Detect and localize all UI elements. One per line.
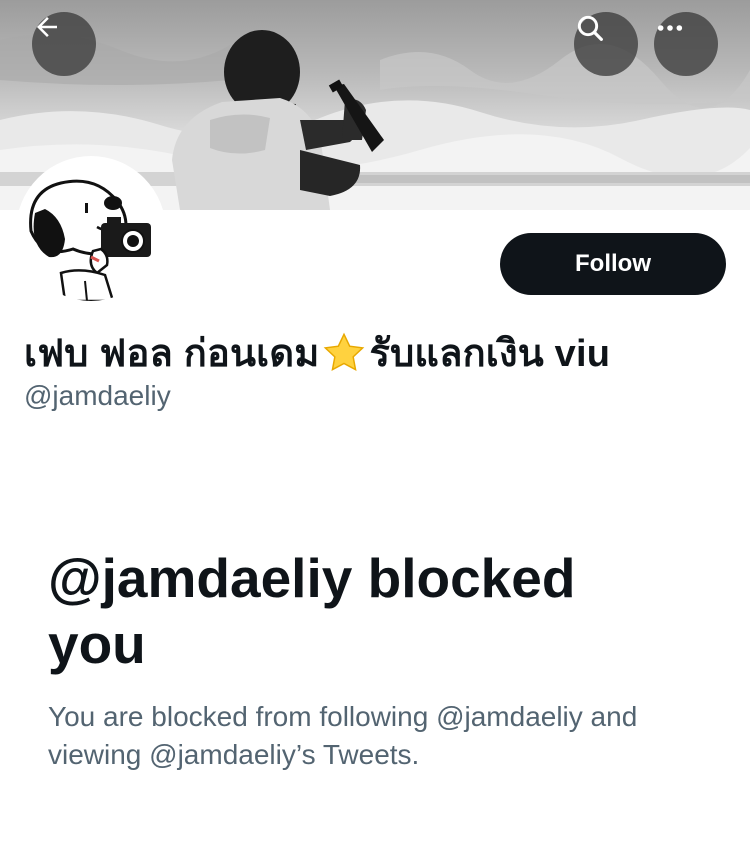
arrow-left-icon — [37, 17, 57, 37]
blocked-title: @jamdaeliy blocked you — [48, 547, 576, 675]
display-name-part2: รับแลกเงิน viu — [369, 333, 611, 375]
back-button[interactable] — [32, 12, 96, 76]
avatar[interactable] — [16, 156, 166, 306]
follow-button-label: Follow — [575, 250, 651, 277]
avatar-image — [21, 161, 161, 301]
more-button[interactable] — [654, 12, 718, 76]
search-icon — [577, 15, 603, 41]
profile-handle: @jamdaeliy — [24, 380, 171, 411]
follow-button[interactable]: Follow — [500, 233, 726, 295]
display-name: เฟบ ฟอล ก่อนเดม รับแลกเงิน viu — [24, 322, 734, 383]
blocked-description: You are blocked from following @jamdaeli… — [48, 701, 638, 770]
profile-page: Follow เฟบ ฟอล ก่อนเดม รับแลกเงิน viu @j… — [0, 0, 750, 841]
display-name-part1: เฟบ ฟอล ก่อนเดม — [24, 333, 320, 375]
search-button[interactable] — [574, 12, 638, 76]
more-horizontal-icon — [657, 25, 683, 31]
star-emoji-icon — [324, 332, 365, 371]
